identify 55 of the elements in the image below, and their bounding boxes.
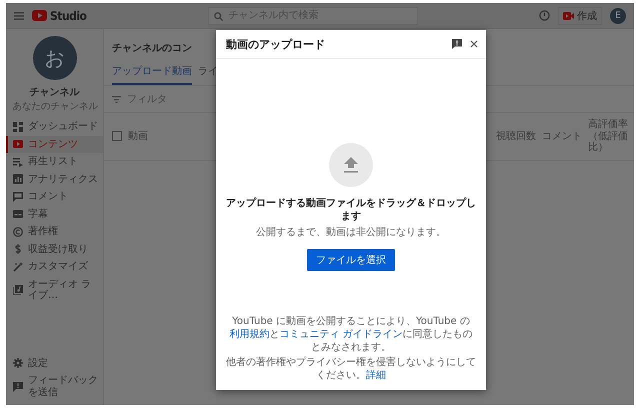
sidebar-item[interactable]: 収益受け取り — [6, 240, 103, 258]
page-title: チャンネルのコン — [112, 42, 192, 55]
dialog-title: 動画のアップロード — [226, 36, 325, 52]
logo-icon — [32, 10, 47, 21]
dollar-icon — [13, 244, 23, 254]
sidebar-item[interactable]: コメント — [6, 188, 103, 206]
copyright-icon — [13, 226, 23, 237]
terms-text: YouTube に動画を公開することにより、YouTube の 利用規約と コミュニティ ガイドラインに同意したものとみなされます。 — [228, 315, 474, 354]
channel-avatar[interactable]: お — [32, 36, 76, 80]
sidebar-item[interactable]: カスタマイズ — [6, 258, 103, 276]
create-button[interactable]: 作成 — [558, 6, 602, 24]
sidebar-item[interactable]: フィードバックを送信 — [6, 372, 103, 401]
settings-icon — [13, 358, 23, 368]
link[interactable]: 詳細 — [366, 370, 386, 381]
sidebar-item[interactable]: 設定 — [6, 354, 103, 372]
music-library-icon — [13, 285, 23, 295]
column-header: 高評価率（低評価比） — [588, 119, 629, 154]
column-header: 動画 — [128, 130, 148, 144]
filter-icon — [112, 96, 121, 102]
sidebar-item[interactable]: コンテンツ — [6, 136, 103, 153]
sidebar-item[interactable]: 字幕 — [6, 206, 103, 223]
logo-text: Studio — [50, 8, 86, 22]
terms-text: 他者の著作権やプライバシー権を侵害しないようにしてください。詳細 — [226, 356, 476, 382]
comment-icon — [13, 192, 23, 202]
dashboard-icon — [13, 122, 23, 132]
channel-name: チャンネル — [30, 86, 80, 99]
help-icon — [539, 10, 550, 21]
drop-heading: アップロードする動画ファイルをドラッグ＆ドロップします — [226, 197, 476, 223]
feedback-icon — [13, 382, 23, 392]
column-header: 視聴回数 — [496, 130, 536, 144]
chart-icon — [13, 174, 23, 184]
column-header: コメント — [542, 130, 582, 144]
select-files-button[interactable]: ファイルを選択 — [307, 249, 395, 271]
playlist-icon — [13, 156, 23, 167]
search-icon — [214, 12, 223, 20]
checkbox[interactable] — [112, 131, 122, 142]
link[interactable]: 利用規約 — [229, 329, 270, 340]
sidebar-item[interactable]: 著作権 — [6, 223, 103, 240]
close-icon[interactable] — [470, 40, 478, 48]
avatar[interactable]: E — [610, 8, 626, 24]
sidebar-item[interactable]: アナリティクス — [6, 170, 103, 188]
video-icon — [13, 139, 23, 150]
privacy-note: 公開するまで、動画は非公開になります。 — [256, 226, 446, 239]
camera-icon — [563, 12, 574, 20]
upload-icon — [344, 157, 358, 173]
tab[interactable]: アップロード動画 — [112, 61, 192, 85]
tab[interactable]: ライ — [198, 61, 218, 85]
magic-wand-icon — [13, 262, 23, 272]
sidebar-item[interactable]: ダッシュボード — [6, 118, 103, 136]
link[interactable]: コミュニティ ガイドライン — [279, 329, 403, 340]
subtitles-icon — [13, 209, 23, 220]
sidebar-item[interactable]: 再生リスト — [6, 153, 103, 170]
sidebar-item[interactable]: オーディオ ライブ… — [6, 276, 103, 304]
menu-icon — [14, 12, 24, 20]
feedback-icon — [452, 39, 462, 49]
